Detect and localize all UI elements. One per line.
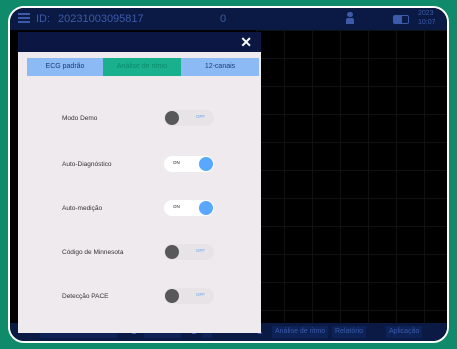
toggle-knob — [165, 245, 179, 259]
clock: 2023 10:07 — [418, 9, 436, 27]
toggle-state: OFF — [196, 292, 205, 297]
toggle-state: ON — [173, 160, 180, 165]
setting-label: Auto-Diagnóstico — [62, 161, 112, 168]
toggle-state: OFF — [196, 248, 205, 253]
setting-row-auto-medicao: Auto-medição ON — [58, 200, 228, 216]
battery-icon — [393, 15, 409, 24]
id-label: ID: — [36, 13, 51, 25]
top-status-bar: ID: 20231003095817 0 2023 10:07 — [10, 8, 447, 30]
setting-label: Detecção PACE — [62, 293, 109, 300]
menu-icon[interactable] — [18, 13, 30, 25]
close-icon[interactable]: ✕ — [240, 34, 252, 51]
application-button[interactable]: Aplicação — [386, 326, 423, 338]
person-icon — [346, 12, 354, 24]
id-value: 20231003095817 — [58, 13, 144, 25]
deteccao-pace-toggle[interactable]: OFF — [164, 288, 214, 304]
toggle-state: ON — [173, 204, 180, 209]
ecg-grid — [256, 30, 447, 323]
codigo-minnesota-toggle[interactable]: OFF — [164, 244, 214, 260]
tab-ecg-padrao[interactable]: ECG padrão — [27, 58, 103, 76]
toggle-knob — [199, 157, 213, 171]
report-button[interactable]: Relatório — [332, 326, 367, 338]
toggle-knob — [165, 111, 179, 125]
setting-row-modo-demo: Modo Demo OFF — [58, 110, 228, 126]
device-screen: ID: 20231003095817 0 2023 10:07 Info.Pac… — [8, 6, 449, 343]
toggle-knob — [199, 201, 213, 215]
setting-label: Modo Demo — [62, 115, 98, 122]
tab-bar: ECG padrão Análise de ritmo 12-canais — [27, 58, 259, 76]
analysis-button[interactable]: Análise de ritmo — [272, 326, 329, 338]
center-value: 0 — [220, 13, 227, 25]
setting-label: Código de Minnesota — [62, 249, 124, 256]
tab-analise-de-ritmo[interactable]: Análise de ritmo — [103, 58, 181, 76]
clock-date: 2023 — [418, 10, 434, 17]
setting-row-deteccao-pace: Detecção PACE OFF — [58, 288, 228, 304]
tab-12-canais[interactable]: 12-canais — [181, 58, 259, 76]
setting-label: Auto-medição — [62, 205, 103, 212]
clock-time: 10:07 — [418, 19, 436, 26]
auto-medicao-toggle[interactable]: ON — [164, 200, 214, 216]
setting-row-auto-diagnostico: Auto-Diagnóstico ON — [58, 156, 228, 172]
settings-panel: ✕ ECG padrão Análise de ritmo 12-canais … — [18, 32, 261, 333]
setting-row-codigo-minnesota: Código de Minnesota OFF — [58, 244, 228, 260]
toggle-knob — [165, 289, 179, 303]
auto-diagnostico-toggle[interactable]: ON — [164, 156, 214, 172]
panel-header: ✕ — [18, 32, 261, 52]
toggle-state: OFF — [196, 114, 205, 119]
modo-demo-toggle[interactable]: OFF — [164, 110, 214, 126]
